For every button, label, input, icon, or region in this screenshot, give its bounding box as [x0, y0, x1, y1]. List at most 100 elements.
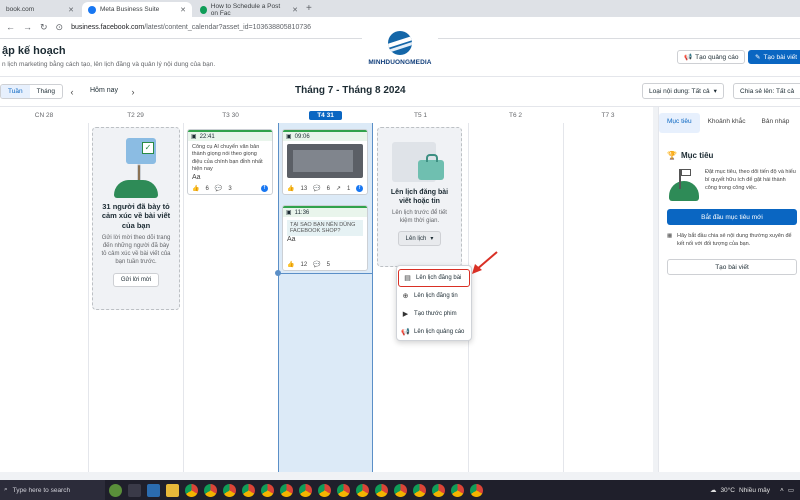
grid-divider — [563, 123, 564, 472]
close-icon[interactable]: ✕ — [68, 6, 74, 14]
taskbar-search[interactable]: ⌕ Type here to search — [0, 480, 105, 500]
url-field[interactable]: business.facebook.com/latest/content_cal… — [71, 24, 311, 31]
menu-item-schedule-post[interactable]: ▤ Lên lịch đăng bài — [398, 269, 470, 287]
tab-moments[interactable]: Khoảnh khắc — [700, 113, 754, 133]
windows-taskbar: ⌕ Type here to search ☁ 30°C Nhiều mây ˄… — [0, 480, 800, 500]
chrome-icon[interactable] — [204, 483, 217, 497]
new-tab-icon[interactable]: + — [306, 3, 312, 14]
day-header: T5 1 — [413, 111, 427, 119]
create-post-button[interactable]: ✎ Tạo bài viết — [748, 50, 800, 64]
post-text: TẠI SAO BẠN NÊN DÙNG FACEBOOK SHOP? — [287, 220, 363, 236]
page-icon — [200, 5, 207, 14]
date-range-title: Tháng 7 - Tháng 8 2024 — [295, 85, 406, 96]
create-post-panel-button[interactable]: Tạo bài viết — [667, 259, 797, 275]
globe-logo-icon — [388, 30, 412, 55]
cloud-icon: ☁ — [709, 487, 717, 494]
chrome-icon[interactable] — [337, 483, 350, 497]
close-icon[interactable]: ✕ — [292, 6, 298, 14]
browser-tab[interactable]: How to Schedule a Post on Fac ✕ — [194, 2, 304, 17]
goals-description: Đặt mục tiêu, theo dõi tiến độ và hiểu b… — [705, 169, 796, 191]
post-text-style: Aa — [192, 173, 201, 181]
chrome-icon[interactable] — [394, 483, 407, 497]
calendar-toolbar: Tuần Tháng ‹ Hôm nay › Tháng 7 - Tháng 8… — [0, 77, 800, 107]
like-icon: 👍 — [287, 262, 295, 268]
scheduled-post-card[interactable]: ▣ 11:36 TẠI SAO BẠN NÊN DÙNG FACEBOOK SHO… — [282, 205, 368, 271]
browser-tabstrip: book.com ✕ Meta Business Suite ✕ How to … — [0, 0, 800, 17]
facebook-icon: f — [261, 185, 268, 192]
invite-reactors-card: ✓ 31 người đã bày tỏ cảm xúc về bài viết… — [92, 127, 180, 310]
chrome-icon[interactable] — [413, 483, 426, 497]
avocado-icon[interactable] — [109, 483, 122, 497]
schedule-menu: ▤ Lên lịch đăng bài ⊕ Lên lịch đăng tin … — [396, 265, 472, 341]
schedule-dropdown-button[interactable]: Lên lịch ▾ — [397, 231, 442, 247]
back-icon[interactable]: ← — [6, 22, 15, 33]
share-to-dropdown[interactable]: Chia sẻ lên: Tất cả — [733, 83, 800, 99]
chrome-icon[interactable] — [375, 483, 388, 497]
start-new-goal-button[interactable]: Bắt đầu mục tiêu mới — [667, 209, 797, 225]
goals-section-title: 🏆 Mục tiêu — [667, 151, 714, 160]
like-icon: 👍 — [287, 186, 295, 192]
current-time-dot — [275, 270, 281, 276]
chrome-icon[interactable] — [318, 483, 331, 497]
calendar-icon: ▦ — [667, 233, 673, 239]
trophy-icon: 🏆 — [667, 151, 677, 160]
browser-tab[interactable]: book.com ✕ — [0, 2, 80, 17]
page-subtitle: n lịch marketing bằng cách tạo, lên lịch… — [2, 61, 216, 68]
chrome-icon[interactable] — [432, 483, 445, 497]
chrome-icon[interactable] — [451, 483, 464, 497]
caret-down-icon: ▾ — [713, 88, 717, 95]
view-week-button[interactable]: Tuần — [1, 85, 30, 98]
site-info-icon[interactable]: ⊙ — [56, 22, 64, 33]
tab-goals[interactable]: Mục tiêu — [659, 113, 700, 133]
chrome-icon[interactable] — [280, 483, 293, 497]
tab-label: Meta Business Suite — [100, 6, 160, 13]
next-arrow-icon[interactable]: › — [127, 85, 139, 98]
menu-item-schedule-story[interactable]: ⊕ Lên lịch đăng tin — [397, 287, 471, 305]
weather-widget[interactable]: ☁ 30°C Nhiều mây ˄ ▭ — [709, 486, 800, 495]
create-ad-button[interactable]: 📢 Tạo quảng cáo — [677, 50, 746, 64]
promo-desc: Gửi lời mời theo dõi trang đến những ngư… — [101, 235, 171, 266]
post-text-style: Aa — [287, 236, 296, 243]
chrome-icon[interactable] — [185, 483, 198, 497]
folder-icon[interactable] — [166, 483, 179, 497]
chrome-icon[interactable] — [470, 483, 483, 497]
task-view-icon[interactable] — [128, 483, 141, 497]
schedule-post-card: Lên lịch đăng bài viết hoặc tin Lên lịch… — [377, 127, 462, 267]
right-panel: Mục tiêu Khoảnh khắc Bản nháp 🏆 Mục tiêu… — [658, 107, 800, 472]
comment-icon: 💬 — [214, 186, 223, 192]
app-icon[interactable] — [147, 483, 160, 497]
chrome-icon[interactable] — [242, 483, 255, 497]
reload-icon[interactable]: ↻ — [40, 22, 48, 33]
page-bottom-gutter — [0, 472, 800, 480]
chrome-icon[interactable] — [261, 483, 274, 497]
tab-drafts[interactable]: Bản nháp — [754, 113, 798, 133]
chrome-icon[interactable] — [299, 483, 312, 497]
meta-icon — [88, 5, 96, 14]
promo-title: Lên lịch đăng bài viết hoặc tin — [390, 189, 449, 206]
menu-item-schedule-ad[interactable]: 📢 Lên lịch quảng cáo — [397, 323, 471, 341]
facebook-icon: f — [356, 185, 363, 192]
grid-divider — [183, 123, 184, 472]
menu-item-create-reel[interactable]: ▶ Tạo thước phim — [397, 305, 471, 323]
browser-tab-active[interactable]: Meta Business Suite ✕ — [82, 2, 192, 17]
scheduled-post-card[interactable]: ▣ 09:06 👍 13 💬 6 ↗ 1 f — [282, 129, 368, 195]
prev-arrow-icon[interactable]: ‹ — [66, 85, 78, 98]
search-icon: ⌕ — [4, 486, 8, 493]
calendar-grid: CN 28 T2 29 T3 30 T4 31 T5 1 T6 2 T7 3 ✓… — [0, 107, 653, 472]
day-header-today: T4 31 — [278, 107, 373, 123]
current-time-line — [278, 273, 373, 274]
view-month-button[interactable]: Tháng — [30, 85, 62, 98]
send-invites-button[interactable]: Gửi lời mời — [112, 272, 160, 287]
content-type-dropdown[interactable]: Loại nội dung: Tất cả ▾ — [642, 83, 724, 99]
forward-icon[interactable]: → — [23, 22, 32, 33]
goal-flag-illustration-icon — [669, 169, 699, 201]
chrome-icon[interactable] — [223, 483, 236, 497]
chrome-icon[interactable] — [356, 483, 369, 497]
view-switcher: Tuần Tháng — [0, 84, 64, 99]
today-button[interactable]: Hôm nay — [90, 87, 118, 94]
story-icon: ⊕ — [402, 293, 409, 300]
close-icon[interactable]: ✕ — [180, 6, 186, 14]
annotation-arrow-icon — [472, 251, 498, 274]
scheduled-post-card[interactable]: ▣ 22:41 Công cụ AI chuyển văn bản thành g… — [187, 129, 273, 195]
day-header: T2 29 — [127, 111, 144, 119]
